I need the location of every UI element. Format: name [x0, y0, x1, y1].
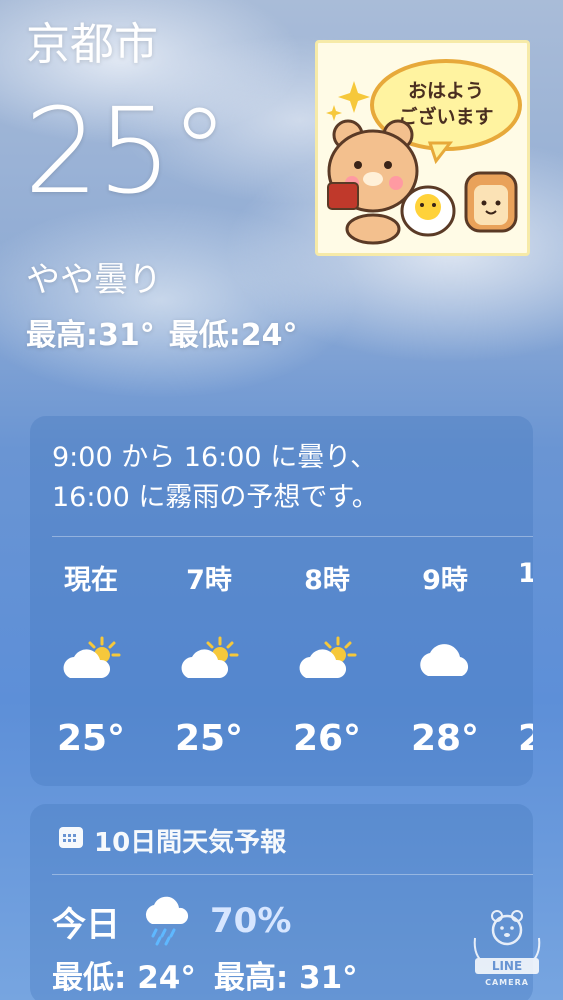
condition-text: やや曇り	[26, 260, 162, 300]
calendar-icon	[58, 825, 84, 856]
today-label: 今日	[52, 904, 120, 945]
sticker-illustration: おはよう ございます	[326, 59, 522, 245]
cloud-icon	[400, 634, 490, 684]
divider	[52, 536, 533, 537]
hour-item-9: 9時 28°	[400, 558, 490, 759]
location-title: 京都市	[26, 19, 158, 70]
today-row[interactable]: 今日 70%	[52, 896, 291, 946]
hour-item-7: 7時 25°	[164, 558, 254, 759]
line-camera-watermark: LINE CAMERA	[469, 908, 545, 988]
today-high: 最高: 31°	[213, 960, 358, 996]
today-low-high: 最低: 24° 最高: 31°	[52, 952, 376, 997]
watermark-line2: CAMERA	[485, 978, 529, 987]
summary-line-1: 9:00 から 16:00 に曇り、	[52, 442, 378, 473]
high-low-temps: 最高:31° 最低:24°	[26, 310, 312, 354]
forecast-summary: 9:00 から 16:00 に曇り、 16:00 に霧雨の予想です。	[52, 438, 522, 518]
current-temperature: 25°	[24, 82, 229, 220]
ten-day-title: 10日間天気予報	[94, 828, 287, 858]
sticker-text-1: おはよう	[408, 80, 484, 102]
greeting-sticker: おはよう ございます	[315, 40, 530, 256]
ten-day-forecast-card[interactable]: 10日間天気予報 今日 70% 最低: 24° 最高: 31°	[30, 804, 533, 1000]
high-temp: 最高:31°	[26, 318, 155, 353]
partly-cloudy-sun-icon	[282, 634, 372, 684]
today-low: 最低: 24°	[52, 960, 196, 996]
low-temp: 最低:24°	[168, 318, 298, 353]
partly-cloudy-sun-icon	[164, 634, 254, 684]
ten-day-header: 10日間天気予報	[58, 822, 286, 859]
hour-item-partial: 1 2	[518, 558, 533, 759]
cloud-rain-icon	[140, 896, 196, 946]
hour-item-now: 現在 25°	[46, 558, 136, 759]
hour-item-8: 8時 26°	[282, 558, 372, 759]
divider	[52, 874, 533, 875]
summary-line-2: 16:00 に霧雨の予想です。	[52, 482, 379, 513]
hourly-forecast-card[interactable]: 9:00 から 16:00 に曇り、 16:00 に霧雨の予想です。 現在 25…	[30, 416, 533, 786]
watermark-line1: LINE	[492, 959, 522, 973]
precip-chance: 70%	[210, 901, 292, 941]
partly-cloudy-sun-icon	[46, 634, 136, 684]
sticker-text-2: ございます	[398, 105, 493, 128]
